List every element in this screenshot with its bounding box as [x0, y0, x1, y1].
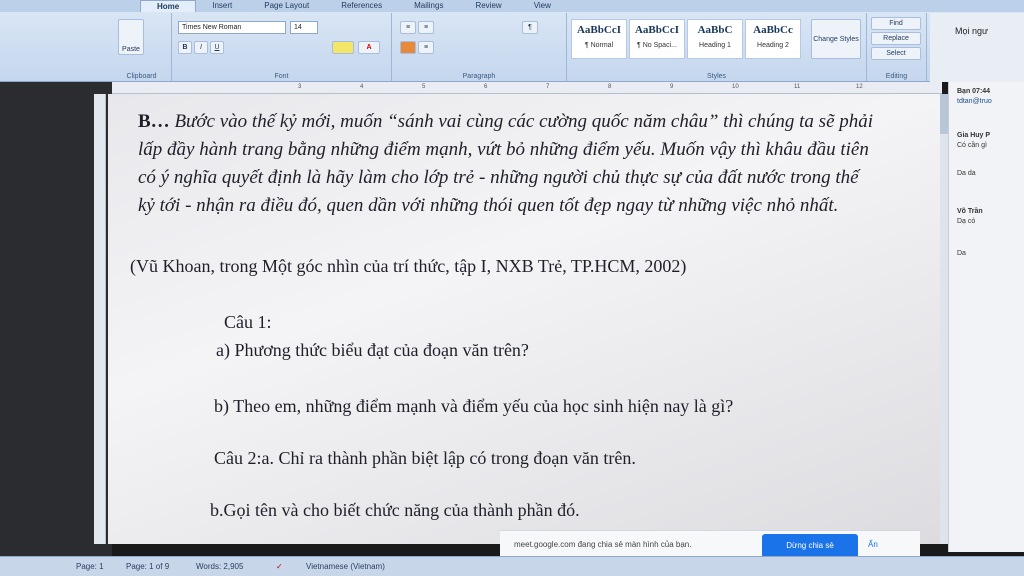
editing-group: Find Replace Select Editing: [867, 13, 927, 81]
chat-author: Gia Huy P: [957, 132, 991, 139]
bullets-icon[interactable]: ≡: [400, 21, 416, 34]
ruler-tick: 9: [670, 84, 674, 90]
status-page-count[interactable]: Page: 1 of 9: [126, 562, 169, 571]
replace-button[interactable]: Replace: [871, 32, 921, 45]
style-heading-2[interactable]: AaBbCc Heading 2: [745, 19, 801, 59]
vertical-ruler[interactable]: [94, 94, 106, 544]
paragraph-group-label: Paragraph: [462, 73, 496, 80]
ruler-tick: 7: [546, 84, 550, 90]
question-2a: Câu 2:a. Chỉ ra thành phần biệt lập có t…: [214, 448, 636, 468]
ruler-tick: 3: [298, 84, 302, 90]
document-page[interactable]: B… Bước vào thế kỷ mới, muốn “sánh vai c…: [108, 94, 948, 544]
style-sample: AaBbC: [697, 24, 733, 36]
style-name: Heading 1: [699, 42, 731, 49]
chat-author: Võ Trần: [957, 208, 983, 215]
change-styles-button[interactable]: Change Styles: [811, 19, 861, 59]
tab-references[interactable]: References: [325, 0, 398, 12]
tab-home[interactable]: Home: [140, 0, 197, 12]
add-people-button[interactable]: Mọi ngư: [955, 26, 988, 36]
status-bar: Page: 1 Page: 1 of 9 Words: 2,905 ✓ Viet…: [0, 556, 1024, 576]
style-name: ¶ Normal: [584, 42, 614, 49]
stop-sharing-button[interactable]: Dừng chia sẻ: [762, 534, 858, 558]
font-group-label: Font: [274, 73, 289, 80]
show-formatting-icon[interactable]: ¶: [522, 21, 538, 34]
chat-message: tdtan@truo: [957, 98, 992, 105]
proofing-icon[interactable]: ✓: [276, 562, 283, 571]
citation: (Vũ Khoan, trong Một góc nhìn của trí th…: [130, 256, 687, 276]
chat-message: Có cần gì: [957, 142, 987, 149]
font-size-combo[interactable]: 14: [290, 21, 318, 34]
passage-lead: B…: [138, 111, 175, 132]
clipboard-group-label: Clipboard: [126, 73, 157, 80]
screen-share-message: meet.google.com đang chia sẻ màn hình củ…: [514, 540, 692, 549]
tab-mailings[interactable]: Mailings: [398, 0, 459, 12]
ruler-tick: 10: [732, 84, 739, 90]
paragraph-group: ≡ ≡ ≡ ¶ Paragraph: [392, 13, 567, 81]
hide-share-bar-button[interactable]: Ẩn: [868, 540, 878, 549]
styles-group-label: Styles: [706, 73, 727, 80]
paste-button[interactable]: Paste: [118, 19, 144, 55]
font-color-button[interactable]: A: [358, 41, 380, 54]
status-word-count[interactable]: Words: 2,905: [196, 562, 243, 571]
scrollbar-thumb[interactable]: [940, 94, 948, 134]
style-name: ¶ No Spaci...: [637, 42, 677, 49]
font-name-combo[interactable]: Times New Roman: [178, 21, 286, 34]
chat-message: Da da: [957, 170, 976, 177]
question-1-heading: Câu 1:: [224, 312, 272, 332]
chat-author: Bạn 07:44: [957, 88, 991, 95]
ruler-tick: 11: [794, 84, 801, 90]
styles-group: AaBbCcI ¶ Normal AaBbCcI ¶ No Spaci... A…: [567, 13, 867, 81]
question-1b: b) Theo em, những điểm mạnh và điểm yếu …: [214, 396, 734, 416]
ruler-tick: 6: [484, 84, 488, 90]
tab-view[interactable]: View: [518, 0, 567, 12]
passage-text: Bước vào thế kỷ mới, muốn “sánh vai cùng…: [138, 111, 874, 216]
ribbon: Home Insert Page Layout References Maili…: [0, 0, 1024, 82]
meet-side-panel-header: [930, 13, 1024, 82]
select-button[interactable]: Select: [871, 47, 921, 60]
vertical-scrollbar[interactable]: [940, 94, 948, 544]
align-left-icon[interactable]: [400, 41, 416, 54]
font-group: Times New Roman 14 B I U A Font: [172, 13, 392, 81]
ruler-tick: 12: [856, 84, 863, 90]
style-normal[interactable]: AaBbCcI ¶ Normal: [571, 19, 627, 59]
style-sample: AaBbCc: [753, 24, 793, 36]
bold-button[interactable]: B: [178, 41, 192, 54]
chat-pane: Bạn 07:44 tdtan@truo Gia Huy P Có cần gì…: [948, 82, 1024, 552]
numbering-icon[interactable]: ≡: [418, 21, 434, 34]
ribbon-tabs: Home Insert Page Layout References Maili…: [0, 0, 1024, 12]
align-center-icon[interactable]: ≡: [418, 41, 434, 54]
question-2b: b.Gọi tên và cho biết chức năng của thàn…: [210, 500, 580, 520]
chat-message: Dạ có: [957, 218, 976, 225]
style-name: Heading 2: [757, 42, 789, 49]
horizontal-ruler[interactable]: 3 4 5 6 7 8 9 10 11 12: [112, 82, 942, 94]
tab-insert[interactable]: Insert: [196, 0, 248, 12]
find-button[interactable]: Find: [871, 17, 921, 30]
clipboard-group: Paste Clipboard: [112, 13, 172, 81]
tab-page-layout[interactable]: Page Layout: [248, 0, 325, 12]
status-language[interactable]: Vietnamese (Vietnam): [306, 562, 385, 571]
tab-review[interactable]: Review: [459, 0, 517, 12]
status-page[interactable]: Page: 1: [76, 562, 104, 571]
style-sample: AaBbCcI: [576, 24, 621, 36]
chat-message: Da: [957, 250, 966, 257]
italic-button[interactable]: I: [194, 41, 208, 54]
ruler-tick: 5: [422, 84, 426, 90]
passage-paragraph: B… Bước vào thế kỷ mới, muốn “sánh vai c…: [138, 108, 878, 220]
style-heading-1[interactable]: AaBbC Heading 1: [687, 19, 743, 59]
style-sample: AaBbCcI: [634, 24, 679, 36]
ruler-tick: 8: [608, 84, 612, 90]
underline-button[interactable]: U: [210, 41, 224, 54]
highlight-color-button[interactable]: [332, 41, 354, 54]
editing-group-label: Editing: [885, 73, 908, 80]
question-1a: a) Phương thức biểu đạt của đoạn văn trê…: [216, 340, 529, 360]
style-no-spacing[interactable]: AaBbCcI ¶ No Spaci...: [629, 19, 685, 59]
ruler-tick: 4: [360, 84, 364, 90]
